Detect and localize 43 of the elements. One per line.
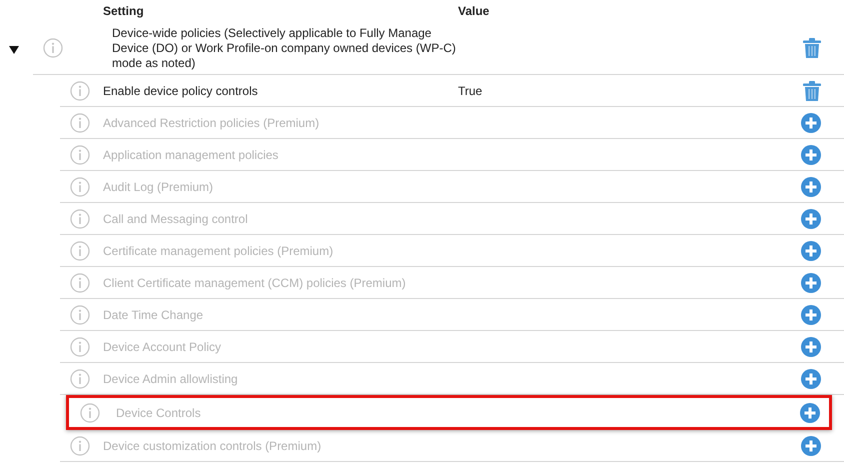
info-icon[interactable] [70, 176, 90, 196]
info-icon[interactable] [70, 272, 90, 292]
add-icon[interactable] [801, 336, 821, 356]
info-icon[interactable] [70, 112, 90, 132]
info-icon[interactable] [43, 38, 63, 58]
add-icon[interactable] [801, 240, 821, 260]
info-icon[interactable] [70, 304, 90, 324]
info-icon[interactable] [70, 240, 90, 260]
add-icon[interactable] [801, 176, 821, 196]
trash-icon[interactable] [803, 38, 821, 58]
setting-label: Enable device policy controls [103, 84, 259, 98]
column-header: Setting [103, 4, 145, 18]
add-icon[interactable] [801, 112, 821, 132]
setting-label: Device customization controls (Premium) [103, 438, 322, 452]
info-icon[interactable] [70, 336, 90, 356]
column-header: Value [458, 4, 490, 18]
trash-icon[interactable] [803, 80, 821, 100]
add-icon[interactable] [801, 368, 821, 388]
add-icon[interactable] [801, 304, 821, 324]
add-icon[interactable] [801, 436, 821, 456]
setting-label: Date Time Change [103, 308, 204, 322]
add-icon[interactable] [800, 402, 820, 422]
info-icon[interactable] [70, 436, 90, 456]
group-label: Device-wide policies (Selectively applicable to Fully Manage Device (DO) or Work Profile-on company owned devices (WP-C) mode as noted) [112, 26, 457, 70]
setting-label: Audit Log (Premium) [103, 180, 214, 194]
info-icon[interactable] [70, 208, 90, 228]
setting-label: Client Certificate management (CCM) policies (Premium) [103, 276, 407, 290]
setting-label: Device Admin allowlisting [103, 372, 239, 386]
setting-label: Device Controls [116, 406, 202, 420]
add-icon[interactable] [801, 144, 821, 164]
info-icon[interactable] [70, 144, 90, 164]
info-icon[interactable] [70, 368, 90, 388]
info-icon[interactable] [70, 80, 90, 100]
setting-label: Certificate management policies (Premium) [103, 244, 334, 258]
add-icon[interactable] [801, 208, 821, 228]
setting-label: Device Account Policy [103, 340, 222, 354]
caret-icon[interactable] [9, 46, 19, 54]
add-icon[interactable] [801, 272, 821, 292]
setting-label: Call and Messaging control [103, 212, 249, 226]
setting-label: Application management policies [103, 148, 280, 162]
setting-label: Advanced Restriction policies (Premium) [103, 116, 320, 130]
setting-value: True [458, 84, 482, 98]
info-icon[interactable] [80, 402, 100, 422]
